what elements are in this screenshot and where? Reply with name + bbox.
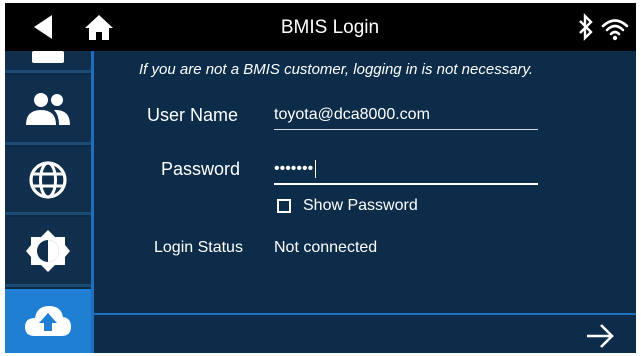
text-caret — [315, 159, 317, 178]
password-field[interactable]: ••••••• — [274, 157, 538, 185]
sidebar-item-users[interactable] — [5, 75, 91, 145]
brightness-icon — [26, 229, 70, 272]
sidebar-item-cloud-login[interactable] — [5, 289, 91, 353]
username-label: User Name — [147, 105, 239, 125]
sidebar — [5, 50, 91, 353]
top-bar: BMIS Login — [5, 3, 636, 51]
bottom-divider — [94, 313, 636, 315]
bluetooth-icon — [579, 13, 593, 41]
show-password-toggle[interactable]: Show Password — [277, 195, 418, 217]
page-title: BMIS Login — [280, 17, 380, 38]
username-value: toyota@dca8000.com — [274, 106, 430, 123]
show-password-checkbox[interactable] — [277, 199, 291, 213]
show-password-label: Show Password — [303, 197, 418, 214]
sidebar-item-partial[interactable] — [5, 50, 91, 73]
users-icon — [26, 92, 70, 125]
arrow-right-icon — [587, 324, 614, 348]
sidebar-item-brightness[interactable] — [5, 217, 91, 287]
login-status-label: Login Status — [154, 239, 243, 256]
password-value: ••••••• — [274, 160, 314, 177]
password-label: Password — [161, 159, 241, 179]
username-field[interactable]: toyota@dca8000.com — [274, 103, 538, 130]
partial-item-icon — [32, 50, 64, 63]
login-status-value: Not connected — [274, 239, 378, 256]
notice-text: If you are not a BMIS customer, logging … — [139, 61, 534, 78]
globe-icon — [29, 160, 67, 199]
cloud-upload-icon — [25, 306, 71, 336]
back-icon — [34, 15, 52, 39]
app-screen: BMIS Login If you are not a BMIS custome… — [5, 3, 636, 353]
sidebar-item-language[interactable] — [5, 147, 91, 215]
back-button[interactable] — [23, 12, 63, 42]
login-panel: If you are not a BMIS customer, logging … — [94, 51, 636, 353]
next-button[interactable] — [580, 321, 620, 351]
home-icon — [85, 15, 113, 40]
wifi-icon — [601, 19, 629, 41]
home-button[interactable] — [81, 11, 117, 43]
